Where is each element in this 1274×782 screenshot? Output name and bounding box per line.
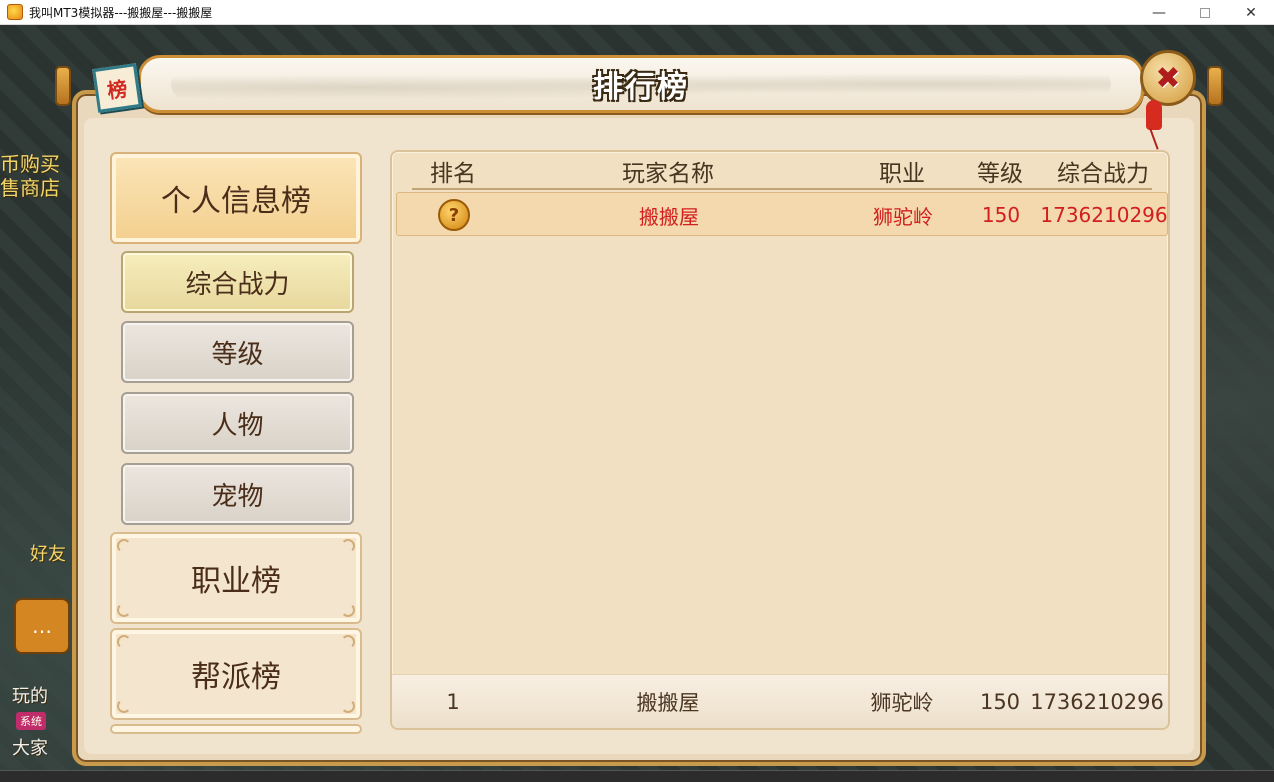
minimize-button[interactable]: — bbox=[1136, 0, 1182, 25]
tab-guild-ranking-label: 帮派榜 bbox=[191, 660, 281, 695]
tab-job-ranking-label: 职业榜 bbox=[191, 564, 281, 599]
scroll-end-left bbox=[55, 66, 71, 106]
my-level: 150 bbox=[979, 690, 1021, 714]
bg-friend-label: 好友 bbox=[30, 544, 66, 565]
rank-cell: ? bbox=[413, 193, 495, 237]
combat-power-cell: 1736210296 bbox=[1040, 203, 1168, 227]
column-header-combat-power: 综合战力 bbox=[1057, 161, 1149, 187]
subtab-combat-power[interactable]: 综合战力 bbox=[121, 251, 354, 313]
bottom-status-strip bbox=[0, 770, 1274, 782]
tab-job-ranking[interactable]: 职业榜 bbox=[110, 532, 362, 624]
subtab-character[interactable]: 人物 bbox=[121, 392, 354, 454]
scroll-end-right bbox=[1207, 66, 1223, 106]
corner-ornament bbox=[341, 699, 355, 713]
my-job: 狮驼岭 bbox=[870, 691, 934, 715]
window-titlebar: 我叫MT3模拟器---搬搬屋---搬搬屋 — ✕ bbox=[0, 0, 1274, 25]
lantern-tassel-icon bbox=[1146, 100, 1162, 130]
tab-guild-ranking[interactable]: 帮派榜 bbox=[110, 628, 362, 720]
my-rank: 1 bbox=[446, 690, 460, 714]
column-header-rank: 排名 bbox=[430, 161, 476, 187]
title-banner: 排行榜 bbox=[138, 55, 1144, 113]
window-title: 我叫MT3模拟器---搬搬屋---搬搬屋 bbox=[29, 5, 213, 20]
tab-personal-info[interactable]: 个人信息榜 bbox=[110, 152, 362, 244]
tab-more-partial[interactable] bbox=[110, 724, 362, 734]
subtab-level[interactable]: 等级 bbox=[121, 321, 354, 383]
column-header-job: 职业 bbox=[879, 161, 925, 187]
chat-bubble-icon[interactable]: … bbox=[14, 598, 70, 654]
maximize-button[interactable] bbox=[1182, 0, 1228, 25]
job-cell: 狮驼岭 bbox=[873, 204, 933, 229]
corner-ornament bbox=[117, 603, 131, 617]
corner-ornament bbox=[117, 539, 131, 553]
my-name: 搬搬屋 bbox=[636, 691, 700, 715]
my-ranking-row: 1 搬搬屋 狮驼岭 150 1736210296 bbox=[392, 674, 1168, 728]
corner-ornament bbox=[117, 635, 131, 649]
close-window-button[interactable]: ✕ bbox=[1228, 0, 1274, 25]
subtab-pet[interactable]: 宠物 bbox=[121, 463, 354, 525]
close-panel-button[interactable]: ✖ bbox=[1140, 50, 1196, 106]
corner-ornament bbox=[341, 603, 355, 617]
panel-title: 排行榜 bbox=[593, 70, 689, 105]
maximize-icon bbox=[1200, 7, 1210, 18]
ranking-badge-plate: 榜 bbox=[92, 63, 142, 113]
ranking-badge-icon: 榜 bbox=[86, 60, 148, 116]
table-row[interactable]: ? 搬搬屋 狮驼岭 150 1736210296 bbox=[396, 192, 1168, 236]
window-controls: — ✕ bbox=[1136, 0, 1274, 25]
column-header-level: 等级 bbox=[977, 161, 1023, 187]
bg-chat-text-2: 大家 bbox=[12, 738, 48, 759]
app-icon bbox=[7, 4, 23, 20]
bg-shop-text-2: 售商店 bbox=[0, 176, 60, 200]
bg-chat-text: 玩的 bbox=[12, 686, 48, 707]
ranking-table: 排名 玩家名称 职业 等级 综合战力 ? 搬搬屋 狮驼岭 150 1736210… bbox=[390, 150, 1170, 730]
corner-ornament bbox=[341, 539, 355, 553]
my-combat-power: 1736210296 bbox=[1030, 690, 1164, 714]
corner-ornament bbox=[117, 699, 131, 713]
level-cell: 150 bbox=[981, 203, 1021, 227]
system-badge: 系统 bbox=[16, 712, 46, 730]
ranking-badge-char: 榜 bbox=[105, 76, 129, 103]
rank-medal-icon: ? bbox=[438, 199, 470, 231]
table-header: 排名 玩家名称 职业 等级 综合战力 bbox=[412, 152, 1152, 190]
column-header-player-name: 玩家名称 bbox=[622, 161, 714, 187]
corner-ornament bbox=[341, 635, 355, 649]
player-name-cell: 搬搬屋 bbox=[639, 204, 699, 229]
